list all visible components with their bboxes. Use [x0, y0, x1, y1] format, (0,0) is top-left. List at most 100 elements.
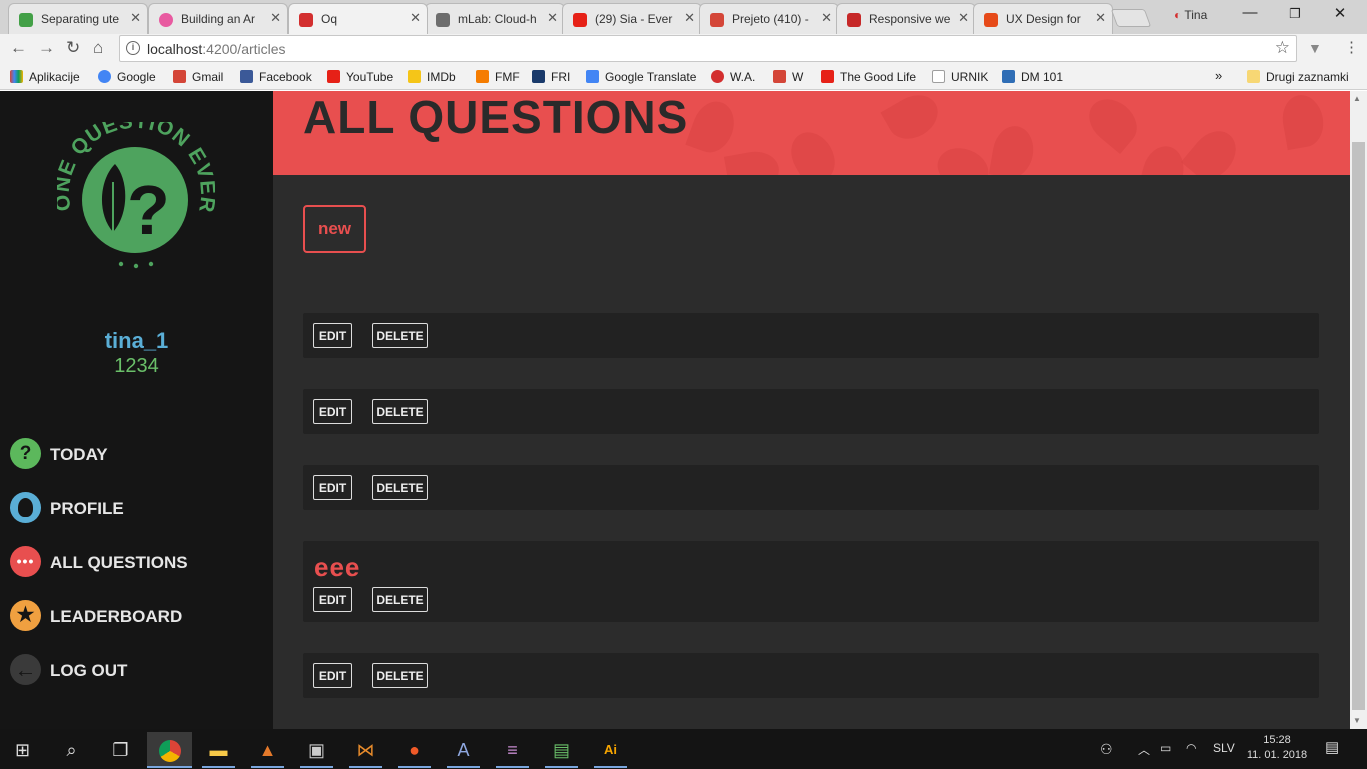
forward-icon[interactable]: → — [38, 38, 55, 58]
delete-button[interactable]: DELETE — [372, 399, 428, 424]
browser-tab[interactable]: UX Design for ✕ — [973, 3, 1113, 34]
edit-button[interactable]: EDIT — [313, 323, 352, 348]
bookmark-gmail[interactable]: Gmail — [173, 70, 223, 84]
bookmark-wa[interactable]: W.A. — [711, 70, 755, 84]
browser-tab[interactable]: Prejeto (410) - ✕ — [699, 3, 839, 34]
bookmark-fmf[interactable]: FMF — [476, 70, 520, 84]
page-icon — [932, 70, 945, 83]
delete-button[interactable]: DELETE — [372, 323, 428, 348]
chevron-up-icon[interactable]: ︿ — [1138, 741, 1150, 758]
bookmark-w[interactable]: W — [773, 70, 803, 84]
task-view-icon[interactable]: ❐ — [98, 732, 143, 768]
scrollbar-thumb[interactable] — [1352, 142, 1365, 710]
app-page: ONE QUESTION EVERY DAY ? tina_1 1234 ? T… — [0, 91, 1350, 729]
info-icon[interactable]: i — [126, 41, 140, 55]
browser-tab[interactable]: (29) Sia - Ever ✕ — [562, 3, 702, 34]
close-window-button[interactable]: ✕ — [1320, 4, 1360, 26]
language-indicator[interactable]: SLV — [1213, 741, 1235, 755]
file-explorer-icon[interactable]: ▬ — [196, 732, 241, 768]
new-tab-button[interactable] — [1110, 9, 1152, 27]
nav-log-out[interactable]: ← LOG OUT — [10, 654, 260, 686]
tab-strip: Separating ute ✕ Building an Ar ✕ Oq ✕ mLab… — [0, 0, 1367, 34]
close-icon[interactable]: ✕ — [684, 10, 695, 26]
question-mark-icon: ? — [127, 171, 170, 249]
browser-tab[interactable]: mLab: Cloud-h ✕ — [425, 3, 565, 34]
bookmark-label: Google Translate — [605, 70, 697, 84]
clock[interactable]: 15:28 11. 01. 2018 — [1246, 733, 1308, 763]
delete-button[interactable]: DELETE — [372, 663, 428, 688]
visual-studio-icon[interactable]: ⋈ — [343, 732, 388, 768]
browser-tab[interactable]: Building an Ar ✕ — [148, 3, 288, 34]
restore-button[interactable]: ❐ — [1275, 6, 1315, 28]
nav-all-questions[interactable]: ••• ALL QUESTIONS — [10, 546, 260, 578]
scroll-down-icon[interactable]: ▼ — [1353, 716, 1361, 725]
close-icon[interactable]: ✕ — [1095, 10, 1106, 26]
nav-today[interactable]: ? TODAY — [10, 438, 260, 470]
address-bar[interactable]: i localhost:4200/articles ☆ — [119, 35, 1297, 62]
bookmark-google-translate[interactable]: Google Translate — [586, 70, 696, 84]
wifi-icon[interactable]: ◠ — [1186, 741, 1196, 755]
profile-name[interactable]: ◐ Tina — [1174, 8, 1207, 22]
edit-button[interactable]: EDIT — [313, 587, 352, 612]
bookmark-dm-101[interactable]: DM 101 — [1002, 70, 1063, 84]
close-icon[interactable]: ✕ — [130, 10, 141, 26]
bookmark-star-icon[interactable]: ☆ — [1275, 38, 1290, 58]
page-title: ALL QUESTIONS — [303, 91, 689, 143]
tab-title: Prejeto (410) - — [732, 12, 809, 26]
bookmark-the-good-life[interactable]: The Good Life — [821, 70, 916, 84]
minimize-button[interactable]: — — [1230, 4, 1270, 26]
terminal-icon[interactable]: ▣ — [294, 732, 339, 768]
bookmarks-overflow-button[interactable]: » — [1215, 68, 1222, 83]
chrome-icon[interactable] — [147, 732, 192, 768]
youtube-icon — [327, 70, 340, 83]
extension-icon[interactable]: ▼ — [1308, 40, 1322, 56]
winrar-icon[interactable]: ≡ — [490, 732, 535, 768]
battery-icon[interactable]: ▭ — [1160, 741, 1171, 755]
menu-icon[interactable]: ⋮ — [1344, 38, 1359, 56]
bookmark-facebook[interactable]: Facebook — [240, 70, 312, 84]
browser-tab-active[interactable]: Oq ✕ — [288, 3, 428, 34]
browser-tab[interactable]: Responsive we ✕ — [836, 3, 976, 34]
tab-favicon — [436, 13, 450, 27]
nav-profile[interactable]: PROFILE — [10, 492, 260, 524]
app-icon[interactable]: A — [441, 732, 486, 768]
browser-tab[interactable]: Separating ute ✕ — [8, 3, 148, 34]
tab-title: Building an Ar — [181, 12, 256, 26]
illustrator-icon[interactable]: Ai — [588, 732, 633, 768]
bookmark-urnik[interactable]: URNIK — [932, 70, 988, 84]
new-question-button[interactable]: new — [303, 205, 366, 253]
bookmark-google[interactable]: Google — [98, 70, 156, 84]
close-icon[interactable]: ✕ — [410, 10, 421, 26]
matlab-icon[interactable]: ▲ — [245, 732, 290, 768]
edit-button[interactable]: EDIT — [313, 663, 352, 688]
close-icon[interactable]: ✕ — [270, 10, 281, 26]
delete-button[interactable]: DELETE — [372, 475, 428, 500]
delete-button[interactable]: DELETE — [372, 587, 428, 612]
main-content — [273, 175, 1350, 729]
close-icon[interactable]: ✕ — [958, 10, 969, 26]
bookmark-label: IMDb — [427, 70, 456, 84]
swift-icon[interactable]: ● — [392, 732, 437, 768]
bookmark-fri[interactable]: FRI — [532, 70, 570, 84]
people-icon[interactable]: ⚇ — [1100, 741, 1113, 758]
bookmark-apps[interactable]: Aplikacije — [10, 70, 80, 84]
edit-button[interactable]: EDIT — [313, 475, 352, 500]
back-icon[interactable]: ← — [10, 38, 27, 58]
close-icon[interactable]: ✕ — [547, 10, 558, 26]
nav-leaderboard[interactable]: ★ LEADERBOARD — [10, 600, 260, 632]
edit-button[interactable]: EDIT — [313, 399, 352, 424]
fmf-icon — [476, 70, 489, 83]
bookmark-youtube[interactable]: YouTube — [327, 70, 393, 84]
notifications-icon[interactable]: ▤ — [1325, 738, 1339, 756]
notepad-icon[interactable]: ▤ — [539, 732, 584, 768]
bookmark-imdb[interactable]: IMDb — [408, 70, 456, 84]
reload-icon[interactable]: ↻ — [66, 38, 80, 58]
scroll-up-icon[interactable]: ▲ — [1353, 94, 1361, 103]
windows-start-icon[interactable]: ⊞ — [0, 732, 45, 768]
other-bookmarks[interactable]: Drugi zaznamki — [1247, 70, 1349, 84]
username: tina_1 — [104, 328, 169, 353]
close-icon[interactable]: ✕ — [821, 10, 832, 26]
sidebar: ONE QUESTION EVERY DAY ? tina_1 1234 ? T… — [0, 91, 273, 729]
home-icon[interactable]: ⌂ — [93, 38, 103, 58]
search-icon[interactable]: ⌕ — [49, 732, 94, 768]
